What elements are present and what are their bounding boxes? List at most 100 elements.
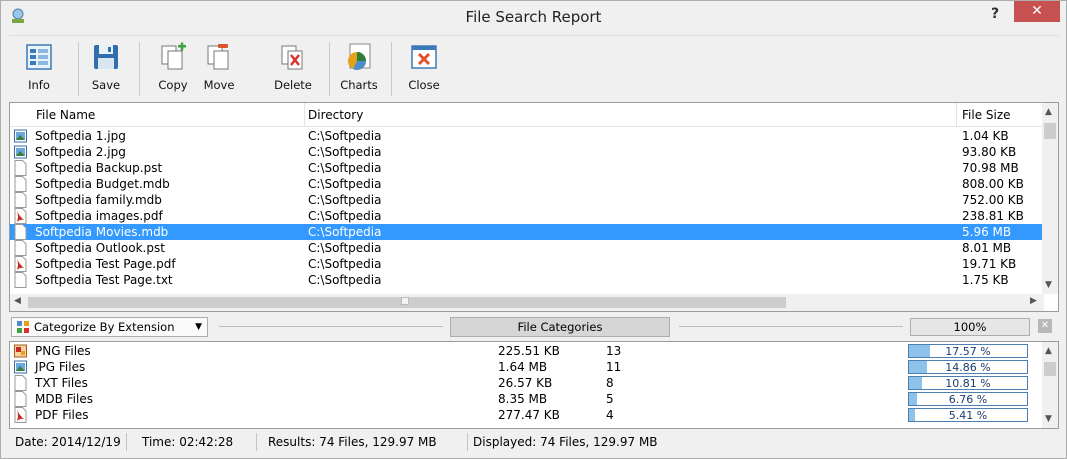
- close-label: Close: [408, 78, 440, 92]
- file-name: Softpedia Test Page.pdf: [35, 257, 176, 271]
- file-row[interactable]: Softpedia Test Page.pdf C:\Softpedia 19.…: [10, 256, 1044, 272]
- file-name: Softpedia 2.jpg: [35, 145, 126, 159]
- column-header-file-size[interactable]: File Size: [962, 108, 1011, 122]
- copy-label: Copy: [158, 78, 188, 92]
- category-percent-bar: 6.76 %: [908, 392, 1028, 406]
- move-files-icon: [207, 44, 229, 70]
- window-title: File Search Report: [465, 8, 602, 26]
- generic-file-icon: [14, 391, 27, 407]
- category-row[interactable]: TXT Files 26.57 KB 8 10.81 %: [10, 375, 1044, 391]
- column-header-file-name[interactable]: File Name: [36, 108, 95, 122]
- file-row[interactable]: Softpedia 2.jpg C:\Softpedia 93.80 KB: [10, 144, 1044, 160]
- scroll-up-arrow-icon[interactable]: ▲: [1045, 346, 1052, 356]
- file-directory: C:\Softpedia: [308, 161, 382, 175]
- copy-button[interactable]: Copy: [149, 42, 197, 98]
- category-size: 26.57 KB: [498, 376, 553, 390]
- file-directory: C:\Softpedia: [308, 257, 382, 271]
- category-row[interactable]: PNG Files 225.51 KB 13 17.57 %: [10, 343, 1044, 359]
- generic-file-icon: [14, 192, 27, 208]
- generic-file-icon: [14, 272, 27, 288]
- file-row-selected[interactable]: Softpedia Movies.mdb C:\Softpedia 5.96 M…: [10, 224, 1044, 240]
- move-button[interactable]: Move: [195, 42, 243, 98]
- category-percent-bar: 10.81 %: [908, 376, 1028, 390]
- file-list-horizontal-scrollbar[interactable]: ◀ ▶: [10, 294, 1044, 311]
- category-row[interactable]: JPG Files 1.64 MB 11 14.86 %: [10, 359, 1044, 375]
- close-report-button[interactable]: Close: [400, 42, 448, 98]
- status-separator: [467, 433, 468, 451]
- category-list[interactable]: PNG Files 225.51 KB 13 17.57 % JPG Files…: [9, 341, 1059, 429]
- image-file-icon: [14, 145, 27, 159]
- pie-chart-icon: [348, 43, 371, 70]
- file-directory: C:\Softpedia: [308, 225, 382, 239]
- divider-line: [219, 326, 443, 327]
- category-count: 11: [606, 360, 622, 374]
- help-button[interactable]: ?: [991, 6, 999, 22]
- category-name: JPG Files: [35, 360, 86, 374]
- category-name: TXT Files: [35, 376, 88, 390]
- scroll-down-arrow-icon[interactable]: ▼: [1045, 414, 1052, 424]
- title-bar: File Search Report ? ✕: [1, 1, 1066, 32]
- file-list[interactable]: File Name Directory File Size Softpedia …: [9, 102, 1059, 312]
- category-percent-bar: 17.57 %: [908, 344, 1028, 358]
- file-name: Softpedia Outlook.pst: [35, 241, 165, 255]
- categorize-dropdown[interactable]: Categorize By Extension ▼: [11, 317, 208, 337]
- file-size: 808.00 KB: [962, 177, 1024, 191]
- file-size: 19.71 KB: [962, 257, 1017, 271]
- divider-line: [679, 326, 903, 327]
- file-list-vertical-scrollbar[interactable]: ▲ ▼: [1042, 103, 1058, 294]
- scrollbar-grip[interactable]: [401, 297, 409, 305]
- file-search-report-window: File Search Report ? ✕ Info Save Copy Mo…: [0, 0, 1067, 459]
- generic-file-icon: [14, 176, 27, 192]
- category-bar: Categorize By Extension ▼ File Categorie…: [9, 315, 1059, 339]
- file-row[interactable]: Softpedia Backup.pst C:\Softpedia 70.98 …: [10, 160, 1044, 176]
- delete-button[interactable]: Delete: [269, 42, 317, 98]
- file-row[interactable]: Softpedia family.mdb C:\Softpedia 752.00…: [10, 192, 1044, 208]
- scroll-left-arrow-icon[interactable]: ◀: [14, 296, 21, 306]
- file-row[interactable]: Softpedia Test Page.txt C:\Softpedia 1.7…: [10, 272, 1044, 288]
- file-row[interactable]: Softpedia images.pdf C:\Softpedia 238.81…: [10, 208, 1044, 224]
- file-row[interactable]: Softpedia Outlook.pst C:\Softpedia 8.01 …: [10, 240, 1044, 256]
- close-categories-button[interactable]: ✕: [1038, 319, 1052, 333]
- category-name: MDB Files: [35, 392, 93, 406]
- category-size: 1.64 MB: [498, 360, 548, 374]
- charts-button[interactable]: Charts: [335, 42, 383, 98]
- percent-text: 10.81 %: [945, 377, 991, 390]
- category-percent-bar: 14.86 %: [908, 360, 1028, 374]
- toolbar-separator: [391, 42, 392, 96]
- file-row[interactable]: Softpedia 1.jpg C:\Softpedia 1.04 KB: [10, 128, 1044, 144]
- scrollbar-thumb[interactable]: [1044, 362, 1056, 376]
- category-count: 4: [606, 408, 614, 422]
- file-size: 70.98 MB: [962, 161, 1019, 175]
- scroll-up-arrow-icon[interactable]: ▲: [1045, 107, 1052, 117]
- file-directory: C:\Softpedia: [308, 177, 382, 191]
- category-row[interactable]: MDB Files 8.35 MB 5 6.76 %: [10, 391, 1044, 407]
- column-divider[interactable]: [956, 103, 957, 126]
- file-size: 1.04 KB: [962, 129, 1009, 143]
- category-list-vertical-scrollbar[interactable]: ▲ ▼: [1042, 342, 1058, 428]
- move-label: Move: [203, 78, 235, 92]
- category-row[interactable]: PDF Files 277.47 KB 4 5.41 %: [10, 407, 1044, 423]
- scroll-down-arrow-icon[interactable]: ▼: [1045, 280, 1052, 290]
- file-name: Softpedia images.pdf: [35, 209, 163, 223]
- file-directory: C:\Softpedia: [308, 145, 382, 159]
- png-file-icon: [14, 344, 27, 358]
- file-row[interactable]: Softpedia Budget.mdb C:\Softpedia 808.00…: [10, 176, 1044, 192]
- info-button[interactable]: Info: [15, 42, 63, 98]
- save-button[interactable]: Save: [82, 42, 130, 98]
- pdf-file-icon: [14, 407, 27, 423]
- file-directory: C:\Softpedia: [308, 273, 382, 287]
- column-divider[interactable]: [304, 103, 305, 126]
- scroll-right-arrow-icon[interactable]: ▶: [1030, 296, 1037, 306]
- window-close-button[interactable]: ✕: [1014, 1, 1060, 22]
- status-bar: Date: 2014/12/19 Time: 02:42:28 Results:…: [9, 431, 1059, 453]
- pdf-file-icon: [14, 256, 27, 272]
- scrollbar-thumb[interactable]: [1044, 123, 1056, 139]
- generic-file-icon: [14, 375, 27, 391]
- file-size: 8.01 MB: [962, 241, 1012, 255]
- file-name: Softpedia family.mdb: [35, 193, 162, 207]
- file-size: 238.81 KB: [962, 209, 1024, 223]
- file-categories-button[interactable]: File Categories: [450, 317, 670, 337]
- column-header-directory[interactable]: Directory: [308, 108, 363, 122]
- delete-label: Delete: [274, 78, 312, 92]
- file-directory: C:\Softpedia: [308, 193, 382, 207]
